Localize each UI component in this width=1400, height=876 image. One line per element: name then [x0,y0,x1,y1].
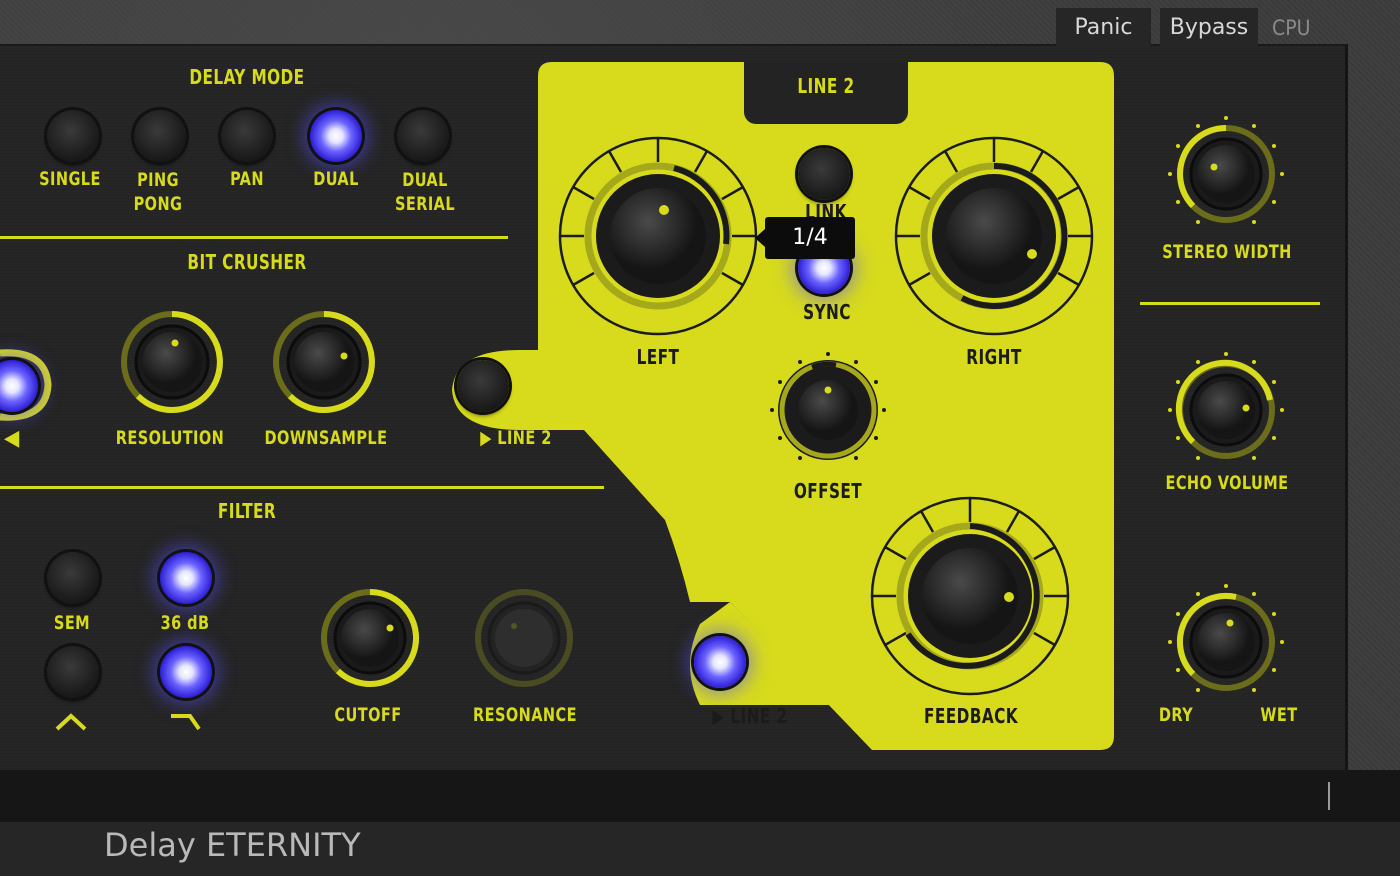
delay-mode-title: DELAY MODE [189,65,305,89]
mode-single-button[interactable] [47,110,99,162]
feedback-knob[interactable] [868,494,1072,698]
echo-volume-knob[interactable] [1166,350,1286,470]
wet-label: WET [1260,704,1298,726]
line2-route-button-2[interactable] [694,636,746,688]
mode-label-dual-serial: DUAL SERIAL [394,169,456,215]
resonance-label: RESONANCE [473,704,577,726]
lowpass-icon [55,713,87,731]
plugin-footer [0,770,1400,822]
link-button[interactable] [798,148,850,200]
cpu-meter [1328,782,1330,810]
stereo-width-knob[interactable] [1166,114,1286,234]
dry-wet-knob[interactable] [1166,582,1286,702]
downsample-label: DOWNSAMPLE [264,427,388,449]
filter-title: FILTER [217,499,277,523]
highpass-icon [171,714,201,731]
panic-button[interactable]: Panic [1056,8,1151,48]
offset-label: OFFSET [793,479,863,503]
section-divider [1140,302,1320,305]
sync-label: SYNC [803,300,851,324]
left-time-knob[interactable] [556,134,760,338]
section-divider [0,486,604,489]
line2-route-button-1[interactable] [457,360,509,412]
mode-ping-pong-button[interactable] [134,110,186,162]
echo-volume-label: ECHO VOLUME [1165,472,1289,494]
section-divider [0,236,508,239]
line2-title: LINE 2 [797,74,855,98]
resolution-knob[interactable] [110,300,234,424]
resonance-knob[interactable] [464,578,584,698]
filter-highpass-button[interactable] [160,646,212,698]
slope-label: 36 dB [160,612,210,634]
right-time-knob[interactable] [892,134,1096,338]
bit-crusher-title: BIT CRUSHER [187,250,307,274]
filter-lowpass-button[interactable] [47,646,99,698]
mode-label-single: SINGLE [39,168,101,190]
mode-label-pan: PAN [230,168,264,190]
mode-dual-serial-button[interactable] [397,110,449,162]
cpu-label: CPU [1272,16,1311,40]
offset-knob[interactable] [768,350,888,470]
cutoff-label: CUTOFF [334,704,402,726]
dry-label: DRY [1158,704,1194,726]
mode-label-dual: DUAL [313,168,359,190]
mode-pan-button[interactable] [221,110,273,162]
bit-crusher-left-arrow[interactable]: ◀ [4,426,19,451]
right-label: RIGHT [966,345,1022,369]
sem-label: SEM [53,612,91,634]
app-title: Delay ETERNITY [104,826,361,864]
left-label: LEFT [636,345,680,369]
filter-36db-button[interactable] [160,552,212,604]
resolution-label: RESOLUTION [115,427,225,449]
downsample-knob[interactable] [262,300,386,424]
cutoff-knob[interactable] [310,578,430,698]
value-tooltip: 1/4 [755,217,855,259]
mode-dual-button[interactable] [310,110,362,162]
bypass-button[interactable]: Bypass [1160,8,1258,48]
filter-sem-button[interactable] [47,552,99,604]
feedback-label: FEEDBACK [923,704,1019,728]
stereo-width-label: STEREO WIDTH [1162,241,1292,263]
line2-route-label-1: ▶ LINE 2 [480,427,552,449]
mode-label-ping-pong: PING PONG [133,169,183,215]
line2-route-label-2: ▶ LINE 2 [712,704,788,728]
